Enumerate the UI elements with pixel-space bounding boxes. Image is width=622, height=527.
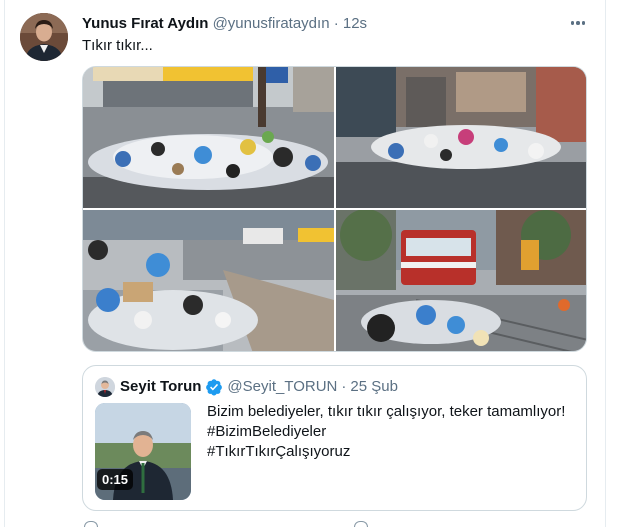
tweet-timestamp[interactable]: 12s (343, 15, 367, 32)
timeline-border-right (605, 0, 606, 527)
header-separator: · (333, 15, 339, 32)
verified-badge-icon (205, 378, 223, 396)
author-handle[interactable]: @yunusfirataydın (213, 15, 330, 32)
quoted-author-handle: @Seyit_TORUN (227, 378, 338, 395)
media-photo-1[interactable] (83, 67, 334, 208)
timeline-border-left (4, 0, 5, 527)
media-photo-3[interactable] (83, 210, 334, 351)
quoted-author-name: Seyit Torun (120, 378, 202, 395)
more-horizontal-icon (570, 21, 575, 25)
like-icon[interactable] (354, 521, 368, 527)
tweet-header: Yunus Fırat Aydın @yunusfirataydın · 12s (82, 14, 592, 34)
tweet-text: Tıkır tıkır... (82, 37, 153, 54)
hashtag-tikirtikircalisiyoruz[interactable]: #TıkırTıkırÇalışıyoruz (207, 442, 577, 462)
video-duration-badge: 0:15 (97, 469, 134, 490)
author-name[interactable]: Yunus Fırat Aydın (82, 15, 208, 32)
reply-icon[interactable] (84, 521, 98, 527)
tweet-actions-bar (82, 521, 587, 527)
quoted-author-avatar (95, 377, 115, 397)
more-options-button[interactable] (567, 12, 589, 34)
author-avatar[interactable] (20, 13, 68, 61)
quoted-tweet[interactable]: Seyit Torun @Seyit_TORUN · 25 Şub 0:15 B… (82, 365, 587, 511)
quoted-header-separator: · (341, 378, 347, 395)
media-photo-2[interactable] (336, 67, 586, 208)
quoted-timestamp: 25 Şub (350, 378, 398, 395)
quoted-tweet-header: Seyit Torun @Seyit_TORUN · 25 Şub (120, 377, 398, 397)
media-grid (82, 66, 587, 352)
media-photo-4[interactable] (336, 210, 586, 351)
quoted-tweet-text: Bizim belediyeler, tıkır tıkır çalışıyor… (207, 402, 577, 462)
hashtag-bizimbelediyeler[interactable]: #BizimBelediyeler (207, 422, 577, 442)
quoted-text-line: Bizim belediyeler, tıkır tıkır çalışıyor… (207, 403, 566, 420)
